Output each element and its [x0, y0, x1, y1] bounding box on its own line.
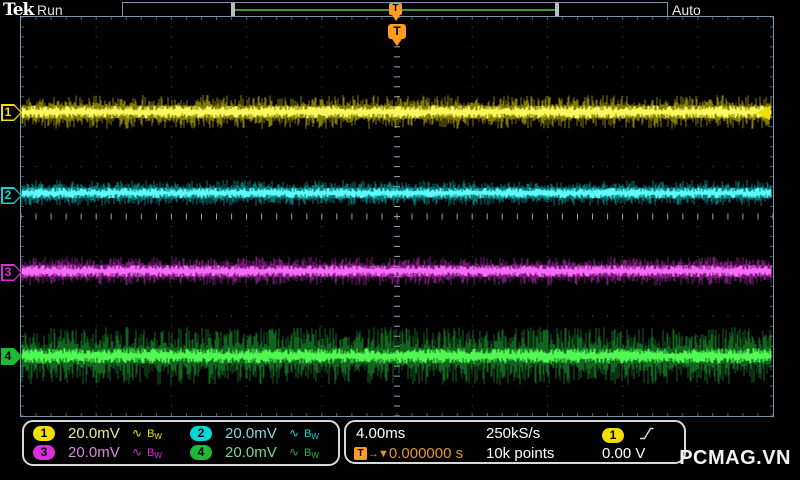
ac-coupling-icon: ∿ — [132, 445, 143, 459]
trigger-position-readout: T →▼ 0.000000 s — [354, 445, 463, 462]
channel-1-indicators: ∿ BW — [132, 426, 162, 441]
trigger-flag-letter: T — [393, 24, 401, 38]
channel-2-badge: 2 — [190, 426, 212, 441]
channel-4-badge: 4 — [190, 445, 212, 460]
trigger-source-badge: 1 — [602, 428, 624, 443]
graticule: T — [20, 16, 774, 417]
trigger-down-arrow-icon — [392, 39, 402, 46]
trigger-slope-rising-icon — [638, 426, 655, 446]
oscilloscope-screen: Tek Run T Auto T 1 2 3 4 1 20.0mV ∿ BW 2… — [0, 0, 800, 480]
ac-coupling-icon: ∿ — [289, 445, 300, 459]
bandwidth-limit-sub: W — [154, 432, 162, 441]
channel-1-marker: 1 — [1, 104, 22, 121]
channel-3-readout: 3 20.0mV ∿ BW — [24, 444, 181, 461]
channel-1-marker-label: 1 — [4, 105, 12, 119]
channel-4-indicators: ∿ BW — [289, 445, 319, 460]
bandwidth-limit-sub: W — [311, 432, 319, 441]
record-length: 10k points — [486, 445, 555, 462]
channel-2-readout: 2 20.0mV ∿ BW — [181, 425, 338, 442]
ac-coupling-icon: ∿ — [289, 426, 300, 440]
ac-coupling-icon: ∿ — [132, 426, 143, 440]
trigger-position-flag-small: T — [389, 3, 402, 21]
channel-2-indicators: ∿ BW — [289, 426, 319, 441]
channel-3-scale: 20.0mV — [68, 444, 120, 461]
record-window-bracket-right — [555, 3, 559, 17]
sample-rate: 250kS/s — [486, 425, 541, 442]
channel-3-indicators: ∿ BW — [132, 445, 162, 460]
channel-2-marker: 2 — [1, 187, 22, 204]
channel-readout-box: 1 20.0mV ∿ BW 2 20.0mV ∿ BW 3 20.0mV ∿ BW 4… — [22, 420, 340, 466]
channel-3-marker-label: 3 — [4, 265, 12, 279]
waveform-traces — [21, 95, 772, 385]
channel-1-readout: 1 20.0mV ∿ BW — [24, 425, 181, 442]
trigger-flag-letter: T — [392, 3, 399, 14]
channel-2-marker-label: 2 — [4, 188, 12, 202]
timebase-scale: 4.00ms — [356, 425, 406, 442]
channel-1-badge: 1 — [33, 426, 55, 441]
channel-4-readout: 4 20.0mV ∿ BW — [181, 444, 338, 461]
trigger-down-arrow-icon — [391, 15, 400, 21]
channel-2-scale: 20.0mV — [225, 425, 277, 442]
channel-4-marker-label: 4 — [4, 349, 12, 363]
trigger-position-marker: T — [388, 24, 406, 46]
trigger-position-value: 0.000000 s — [388, 445, 464, 462]
channel-4-marker-selected: 4 — [1, 348, 22, 365]
trigger-arrow-icons: →▼ — [368, 447, 389, 460]
channel-4-scale: 20.0mV — [225, 444, 277, 461]
horizontal-trigger-readout-box: 4.00ms 250kS/s 1 T →▼ 0.000000 s 10k poi… — [344, 420, 686, 464]
bandwidth-limit-sub: W — [154, 451, 162, 460]
bandwidth-limit-sub: W — [311, 451, 319, 460]
trigger-t-icon: T — [354, 447, 367, 460]
channel-3-badge: 3 — [33, 445, 55, 460]
channel-1-scale: 20.0mV — [68, 425, 120, 442]
trigger-source-readout: 1 — [602, 426, 624, 444]
channel-3-marker: 3 — [1, 264, 22, 281]
watermark: PCMAG.VN — [679, 447, 791, 469]
trigger-level-value: 0.00 V — [602, 445, 646, 462]
trigger-level-arrow-icon — [757, 106, 770, 120]
